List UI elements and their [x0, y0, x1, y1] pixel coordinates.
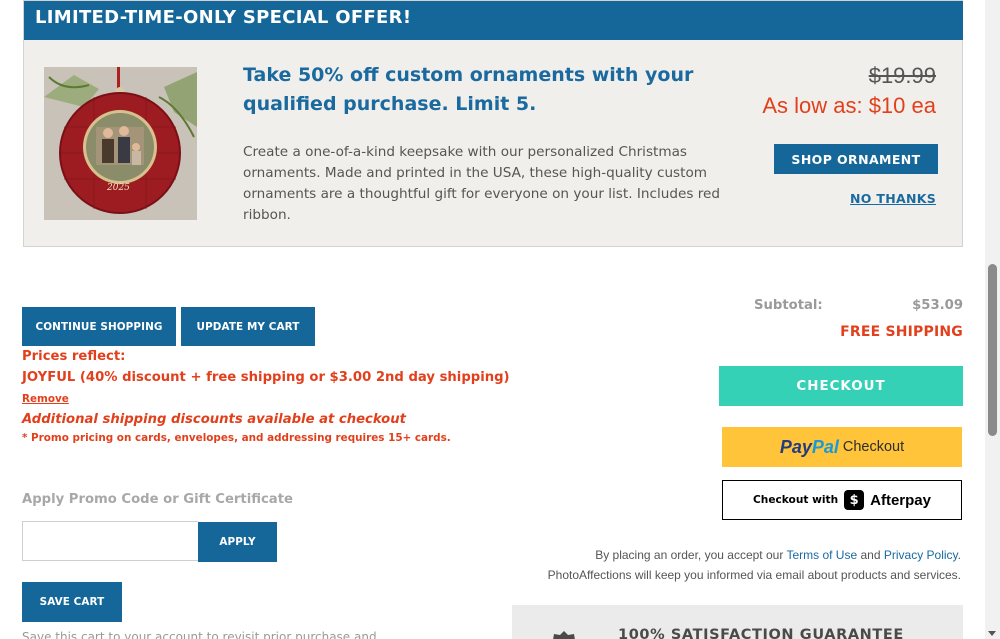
applied-promo-code: JOYFUL (40% discount + free shipping or …	[22, 370, 510, 385]
offer-description: Create a one-of-a-kind keepsake with our…	[243, 144, 721, 223]
guarantee-badge-icon	[553, 631, 575, 639]
page-scrollbar[interactable]	[985, 0, 1000, 639]
subtotal-label: Subtotal:	[754, 298, 823, 313]
terms-notice-period: .	[957, 548, 961, 562]
ornament-image[interactable]: 2025	[44, 67, 197, 220]
additional-discounts-note: Additional shipping discounts available …	[22, 412, 406, 427]
special-offer-panel: LIMITED-TIME-ONLY SPECIAL OFFER! 2025 Ta…	[23, 0, 963, 247]
paypal-checkout-button[interactable]: PayPal Checkout	[722, 427, 962, 467]
remove-promo-link[interactable]: Remove	[22, 393, 69, 405]
shop-ornament-button[interactable]: SHOP ORNAMENT	[774, 144, 938, 174]
promo-code-input[interactable]	[22, 521, 198, 561]
paypal-checkout-label: Checkout	[842, 439, 905, 455]
subtotal-value: $53.09	[912, 298, 963, 313]
update-cart-button[interactable]: UPDATE MY CART	[181, 307, 315, 346]
afterpay-prefix: Checkout with	[753, 494, 839, 506]
guarantee-title: 100% SATISFACTION GUARANTEE	[618, 627, 904, 639]
apply-button[interactable]: APPLY	[198, 522, 277, 562]
terms-notice-prefix: By placing an order, you accept our	[595, 548, 784, 562]
afterpay-logo-icon: $	[844, 490, 865, 510]
checkout-button[interactable]: CHECKOUT	[719, 366, 963, 406]
afterpay-brand: Afterpay	[870, 491, 931, 509]
ornament-year: 2025	[107, 183, 130, 193]
satisfaction-guarantee-box: 100% SATISFACTION GUARANTEE	[512, 605, 963, 639]
privacy-policy-link[interactable]: Privacy Policy	[884, 548, 958, 562]
promo-code-label: Apply Promo Code or Gift Certificate	[22, 492, 293, 507]
promo-pricing-note: * Promo pricing on cards, envelopes, and…	[22, 432, 451, 444]
paypal-logo: PayPal	[779, 436, 839, 457]
ornament-illustration	[44, 67, 197, 220]
free-shipping-label: FREE SHIPPING	[840, 324, 963, 340]
scroll-down-arrow-icon[interactable]	[988, 631, 996, 636]
offer-title: Take 50% off custom ornaments with your …	[243, 64, 694, 115]
offer-header-title: LIMITED-TIME-ONLY SPECIAL OFFER!	[35, 7, 412, 28]
offer-header: LIMITED-TIME-ONLY SPECIAL OFFER!	[24, 1, 963, 40]
terms-notice-and: and	[860, 548, 881, 562]
prices-reflect-label: Prices reflect:	[22, 349, 126, 364]
original-price: $19.99	[868, 63, 936, 88]
save-cart-note: Save this cart to your account to revisi…	[22, 630, 377, 639]
afterpay-checkout-button[interactable]: Checkout with $ Afterpay	[722, 480, 962, 520]
email-notice: PhotoAffections will keep you informed v…	[547, 568, 961, 582]
sale-price: As low as: $10 ea	[762, 93, 936, 118]
terms-of-use-link[interactable]: Terms of Use	[786, 548, 857, 562]
no-thanks-link[interactable]: NO THANKS	[850, 191, 936, 206]
terms-notice: By placing an order, you accept our Term…	[595, 548, 961, 562]
continue-shopping-button[interactable]: CONTINUE SHOPPING	[22, 307, 176, 346]
save-cart-button[interactable]: SAVE CART	[22, 582, 122, 622]
scrollbar-thumb[interactable]	[988, 264, 997, 436]
